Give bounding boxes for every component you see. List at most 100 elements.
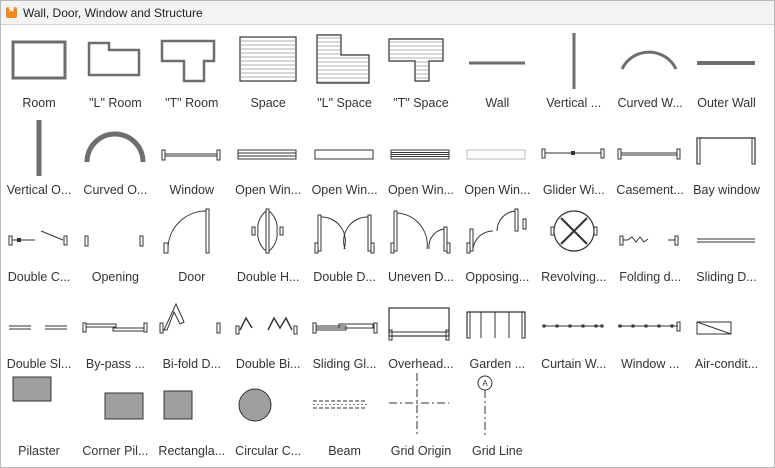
shape-item-opposing-door[interactable]: Opposing...: [459, 199, 535, 286]
shape-library-panel: Wall, Door, Window and Structure Room "L"…: [0, 0, 775, 468]
shape-item-overhead-door[interactable]: Overhead...: [383, 286, 459, 373]
shape-label: Casement...: [616, 183, 684, 197]
shape-item-room[interactable]: Room: [1, 25, 77, 112]
t-room-icon: [160, 39, 216, 83]
shape-label: Uneven D...: [387, 270, 454, 284]
shape-label: By-pass ...: [85, 357, 145, 371]
uneven-door-icon: [390, 210, 451, 254]
circular-column-icon: [238, 388, 272, 422]
beam-icon: [312, 400, 367, 409]
curtain-wall-icon: [542, 324, 604, 328]
shape-item-bifold-door[interactable]: Bi-fold D...: [154, 286, 230, 373]
shape-label: "T" Space: [393, 96, 449, 110]
shape-label: Curtain W...: [541, 357, 607, 371]
shape-label: Wall: [485, 96, 510, 110]
shape-label: Opposing...: [465, 270, 530, 284]
shape-item-corner-pilaster[interactable]: Corner Pil...: [77, 373, 153, 460]
open-window-2-icon: [314, 149, 374, 160]
library-title: Wall, Door, Window and Structure: [23, 5, 203, 20]
shape-item-curved-outer-wall[interactable]: Curved O...: [77, 112, 153, 199]
room-icon: [11, 40, 67, 80]
shape-item-l-room[interactable]: "L" Room: [77, 25, 153, 112]
shape-label: Circular C...: [235, 444, 302, 458]
shape-item-outer-wall[interactable]: Outer Wall: [689, 25, 765, 112]
shape-item-uneven-door[interactable]: Uneven D...: [383, 199, 459, 286]
shape-item-curved-wall[interactable]: Curved W...: [612, 25, 688, 112]
shape-label: Open Win...: [464, 183, 531, 197]
bay-window-icon: [695, 137, 756, 165]
shape-item-t-space[interactable]: "T" Space: [383, 25, 459, 112]
l-space-icon: [315, 34, 370, 84]
shape-item-garden-door[interactable]: Garden ...: [459, 286, 535, 373]
shape-item-open-window-1[interactable]: Open Win...: [230, 112, 306, 199]
shape-item-window[interactable]: Window: [154, 112, 230, 199]
open-window-3-icon: [390, 149, 450, 160]
shape-label: Room: [22, 96, 56, 110]
shape-item-air-conditioner[interactable]: Air-condit...: [689, 286, 765, 373]
shape-label: Glider Wi...: [542, 183, 605, 197]
shape-label: Space: [250, 96, 286, 110]
shape-item-vertical-wall[interactable]: Vertical ...: [536, 25, 612, 112]
shape-item-bay-window[interactable]: Bay window: [689, 112, 765, 199]
shape-item-folding-door[interactable]: Folding d...: [612, 199, 688, 286]
shape-item-sliding-door[interactable]: Sliding D...: [689, 199, 765, 286]
double-casement-icon: [8, 230, 68, 246]
shape-item-rectangular-column[interactable]: Rectangla...: [154, 373, 230, 460]
shape-item-revolving-door[interactable]: Revolving...: [536, 199, 612, 286]
shape-label: Double D...: [313, 270, 376, 284]
shape-label: Outer Wall: [697, 96, 756, 110]
shape-item-grid-origin[interactable]: Grid Origin: [383, 373, 459, 460]
shape-label: Open Win...: [235, 183, 302, 197]
shape-item-space[interactable]: Space: [230, 25, 306, 112]
outer-wall-icon: [696, 61, 755, 65]
bypass-door-icon: [82, 322, 148, 333]
shape-grid: Room "L" Room "T" Room Space "L" Space "T" Sp…: [1, 25, 765, 460]
shape-item-pilaster[interactable]: Pilaster: [1, 373, 77, 460]
shape-item-t-room[interactable]: "T" Room: [154, 25, 230, 112]
l-room-icon: [88, 41, 141, 77]
shape-item-open-window-3[interactable]: Open Win...: [383, 112, 459, 199]
shape-label: Double H...: [236, 270, 300, 284]
shape-label: Bi-fold D...: [162, 357, 221, 371]
shape-label: Garden ...: [469, 357, 526, 371]
t-space-icon: [388, 38, 444, 82]
shape-item-double-door[interactable]: Double D...: [307, 199, 383, 286]
shape-item-open-window-2[interactable]: Open Win...: [307, 112, 383, 199]
grid-origin-icon: [388, 373, 449, 437]
shape-item-double-casement[interactable]: Double C...: [1, 199, 77, 286]
shape-item-double-sliding-door[interactable]: Double Sl...: [1, 286, 77, 373]
shape-label: Vertical ...: [546, 96, 602, 110]
shape-item-circular-column[interactable]: Circular C...: [230, 373, 306, 460]
shape-item-double-hung-door[interactable]: Double H...: [230, 199, 306, 286]
shape-item-bypass-door[interactable]: By-pass ...: [77, 286, 153, 373]
library-header[interactable]: Wall, Door, Window and Structure: [1, 1, 774, 25]
shape-item-wall[interactable]: Wall: [459, 25, 535, 112]
shape-item-casement-window[interactable]: Casement...: [612, 112, 688, 199]
shape-label: "L" Space: [317, 96, 372, 110]
shape-label: Curved W...: [617, 96, 683, 110]
shape-item-grid-line[interactable]: A Grid Line: [459, 373, 535, 460]
shape-label: Vertical O...: [6, 183, 72, 197]
open-window-1-icon: [237, 149, 297, 160]
shape-item-window-wall[interactable]: Window ...: [612, 286, 688, 373]
shape-item-l-space[interactable]: "L" Space: [307, 25, 383, 112]
window-icon: [161, 149, 221, 161]
shape-label: Double Sl...: [6, 357, 72, 371]
shape-item-beam[interactable]: Beam: [307, 373, 383, 460]
shape-item-vertical-outer-wall[interactable]: Vertical O...: [1, 112, 77, 199]
corner-pilaster-icon: [104, 392, 144, 420]
shape-item-sliding-glass-door[interactable]: Sliding Gl...: [307, 286, 383, 373]
shape-label: Open Win...: [387, 183, 454, 197]
shape-label: "L" Room: [89, 96, 142, 110]
curved-outer-wall-icon: [84, 131, 146, 163]
shape-label: Opening: [91, 270, 140, 284]
shape-label: Corner Pil...: [82, 444, 149, 458]
shape-item-door[interactable]: Door: [154, 199, 230, 286]
shape-item-curtain-wall[interactable]: Curtain W...: [536, 286, 612, 373]
shape-item-open-window-4[interactable]: Open Win...: [459, 112, 535, 199]
shape-item-glider-window[interactable]: Glider Wi...: [536, 112, 612, 199]
curved-wall-icon: [620, 50, 678, 70]
pilaster-icon: [12, 376, 52, 402]
shape-item-opening[interactable]: Opening: [77, 199, 153, 286]
shape-item-double-bifold-door[interactable]: Double Bi...: [230, 286, 306, 373]
